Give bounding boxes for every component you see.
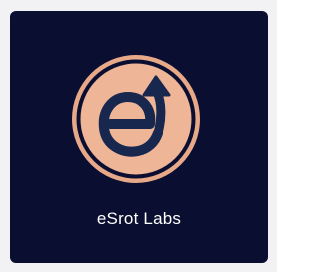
brand-name: eSrot Labs (96, 209, 182, 228)
logo-card: eSrot Labs (10, 11, 268, 263)
logo-frame: eSrot Labs (0, 0, 277, 272)
